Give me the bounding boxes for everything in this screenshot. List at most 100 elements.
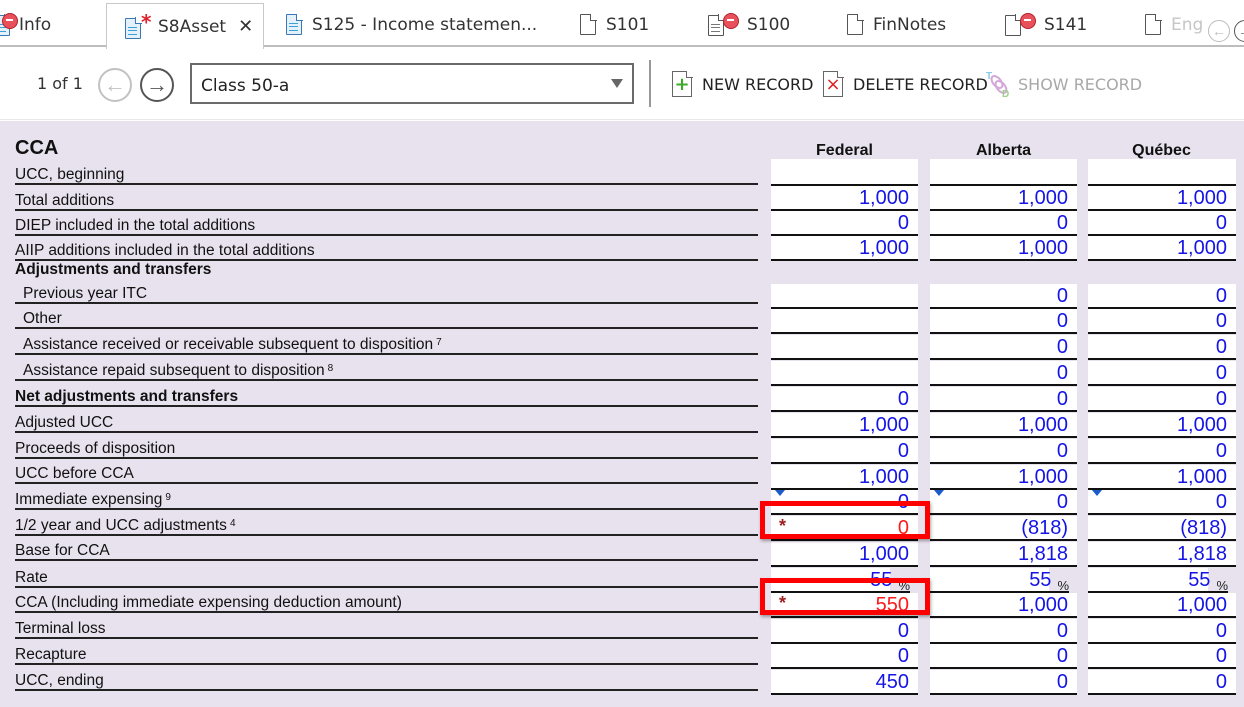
value-field-alberta-terminal-loss[interactable]: 0 (930, 619, 1077, 644)
value-field-alberta-assistance-received-or-receivable-subsequent-to-disposition[interactable]: 0 (930, 335, 1077, 360)
value-field-federal-total-additions[interactable]: 1,000 (771, 186, 918, 211)
value-field-qu-bec-immediate-expensing[interactable]: 0 (1088, 490, 1236, 515)
section-heading: Adjustments and transfers (15, 260, 758, 280)
show-record-button[interactable]: T D SHOW RECORD (986, 69, 1142, 100)
value-field-federal-net-adjustments-and-transfers[interactable]: 0 (771, 387, 918, 412)
value-field-federal-assistance-repaid-subsequent-to-disposition[interactable] (771, 361, 918, 386)
value-field-qu-bec-proceeds-of-disposition[interactable]: 0 (1088, 439, 1236, 464)
value-field-federal-immediate-expensing[interactable]: 0 (771, 490, 918, 515)
svg-text:D: D (1002, 89, 1009, 98)
value-field-federal-terminal-loss[interactable]: 0 (771, 619, 918, 644)
toolbar-divider (649, 60, 651, 107)
value-field-alberta-recapture[interactable]: 0 (930, 644, 1077, 669)
value-field-qu-bec-ucc-before-cca[interactable]: 1,000 (1088, 465, 1236, 490)
value-field-alberta-ucc-ending[interactable]: 0 (930, 670, 1077, 695)
value-field-federal-assistance-received-or-receivable-subsequent-to-disposition[interactable] (771, 335, 918, 360)
value-field-federal-1-2-year-and-ucc-adjustments[interactable]: * 0 (771, 516, 918, 541)
value-field-qu-bec-base-for-cca[interactable]: 1,818 (1088, 542, 1236, 567)
dropdown-indicator-icon[interactable] (775, 490, 785, 496)
tab-s125[interactable]: S125 - Income statemen... (286, 4, 537, 45)
record-toolbar: 1 of 1 ← → Class 50-a + NEW RECORD × DEL… (0, 49, 1244, 120)
field-value: 1,000 (858, 466, 909, 488)
field-value: 55 (1029, 569, 1052, 591)
value-field-federal-adjusted-ucc[interactable]: 1,000 (771, 413, 918, 438)
cca-form: CCA Federal Alberta Québec UCC, beginnin… (0, 121, 1244, 707)
value-field-qu-bec-assistance-received-or-receivable-subsequent-to-disposition[interactable]: 0 (1088, 335, 1236, 360)
value-field-alberta-immediate-expensing[interactable]: 0 (930, 490, 1077, 515)
link-td-icon: T D (986, 70, 1012, 100)
delete-record-button[interactable]: × DELETE RECORD (823, 69, 988, 99)
tab-s8asset[interactable]: * S8Asset ✕ (106, 3, 264, 49)
tab-finnotes[interactable]: FinNotes (847, 4, 946, 45)
value-field-federal-ucc-ending[interactable]: 450 (771, 670, 918, 695)
value-field-qu-bec-1-2-year-and-ucc-adjustments[interactable]: (818) (1088, 516, 1236, 541)
dropdown-indicator-icon[interactable] (1092, 490, 1102, 496)
value-field-qu-bec-total-additions[interactable]: 1,000 (1088, 186, 1236, 211)
value-field-federal-other[interactable] (771, 309, 918, 334)
value-field-qu-bec-cca-including-immediate-expensing-deduction-amount[interactable]: 1,000 (1088, 593, 1236, 618)
value-field-alberta-aiip-additions-included-in-the-total-additions[interactable]: 1,000 (930, 236, 1077, 261)
value-field-alberta-ucc-beginning[interactable] (930, 159, 1077, 186)
scroll-tabs-left-icon[interactable]: ← (1208, 20, 1230, 42)
row-label-text: UCC before CCA (15, 465, 134, 482)
value-field-federal-previous-year-itc[interactable] (771, 284, 918, 309)
value-field-federal-cca-including-immediate-expensing-deduction-amount[interactable]: * 550 (771, 593, 918, 618)
value-field-federal-diep-included-in-the-total-additions[interactable]: 0 (771, 211, 918, 236)
value-field-alberta-diep-included-in-the-total-additions[interactable]: 0 (930, 211, 1077, 236)
modified-asterisk-icon: * (141, 9, 152, 34)
row-label-text: 1/2 year and UCC adjustments (15, 517, 227, 534)
value-field-alberta-assistance-repaid-subsequent-to-disposition[interactable]: 0 (930, 361, 1077, 386)
value-field-alberta-base-for-cca[interactable]: 1,818 (930, 542, 1077, 567)
value-field-qu-bec-other[interactable]: 0 (1088, 309, 1236, 334)
value-field-federal-proceeds-of-disposition[interactable]: 0 (771, 439, 918, 464)
percent-unit: % (1216, 578, 1228, 593)
tab-eng[interactable]: Eng (1145, 4, 1203, 45)
value-field-federal-ucc-beginning[interactable] (771, 159, 918, 186)
value-field-federal-aiip-additions-included-in-the-total-additions[interactable]: 1,000 (771, 236, 918, 261)
value-field-qu-bec-net-adjustments-and-transfers[interactable]: 0 (1088, 387, 1236, 412)
value-field-alberta-previous-year-itc[interactable]: 0 (930, 284, 1077, 309)
value-field-qu-bec-previous-year-itc[interactable]: 0 (1088, 284, 1236, 309)
override-asterisk-icon: * (779, 593, 787, 613)
dropdown-indicator-icon[interactable] (934, 490, 944, 496)
previous-record-button[interactable]: ← (98, 68, 132, 102)
close-tab-icon[interactable]: ✕ (238, 16, 253, 37)
field-value: 0 (1056, 671, 1068, 693)
value-field-alberta-proceeds-of-disposition[interactable]: 0 (930, 439, 1077, 464)
next-record-button[interactable]: → (140, 68, 174, 102)
value-field-qu-bec-recapture[interactable]: 0 (1088, 644, 1236, 669)
value-field-qu-bec-aiip-additions-included-in-the-total-additions[interactable]: 1,000 (1088, 236, 1236, 261)
value-field-qu-bec-terminal-loss[interactable]: 0 (1088, 619, 1236, 644)
tab-s141[interactable]: S141 (1005, 4, 1087, 45)
value-field-federal-base-for-cca[interactable]: 1,000 (771, 542, 918, 567)
percent-unit: % (898, 578, 910, 593)
field-value: 55 (1188, 569, 1211, 591)
tab-s101[interactable]: S101 (580, 4, 649, 45)
value-field-alberta-1-2-year-and-ucc-adjustments[interactable]: (818) (930, 516, 1077, 541)
value-field-qu-bec-ucc-ending[interactable]: 0 (1088, 670, 1236, 695)
record-select[interactable]: Class 50-a (190, 63, 634, 104)
tab-info[interactable]: Info (0, 4, 51, 45)
value-field-alberta-rate[interactable]: 55% (930, 568, 1069, 593)
new-record-button[interactable]: + NEW RECORD (672, 69, 813, 99)
value-field-alberta-other[interactable]: 0 (930, 309, 1077, 334)
scroll-tabs-right-icon[interactable]: → (1234, 20, 1244, 42)
value-field-alberta-total-additions[interactable]: 1,000 (930, 186, 1077, 211)
value-field-qu-bec-diep-included-in-the-total-additions[interactable]: 0 (1088, 211, 1236, 236)
value-field-alberta-cca-including-immediate-expensing-deduction-amount[interactable]: 1,000 (930, 593, 1077, 618)
tab-s100[interactable]: S100 (708, 4, 790, 45)
value-field-qu-bec-ucc-beginning[interactable] (1088, 159, 1236, 186)
row-label-base-for-cca: Base for CCA (15, 541, 758, 561)
value-field-alberta-net-adjustments-and-transfers[interactable]: 0 (930, 387, 1077, 412)
value-field-alberta-ucc-before-cca[interactable]: 1,000 (930, 465, 1077, 490)
value-field-federal-ucc-before-cca[interactable]: 1,000 (771, 465, 918, 490)
value-field-qu-bec-assistance-repaid-subsequent-to-disposition[interactable]: 0 (1088, 361, 1236, 386)
value-field-federal-rate[interactable]: 55% (771, 568, 910, 593)
delete-document-icon: × (823, 70, 844, 97)
value-field-federal-recapture[interactable]: 0 (771, 644, 918, 669)
field-value: 1,000 (1017, 187, 1068, 209)
footnote-marker: 4 (229, 518, 236, 529)
value-field-qu-bec-adjusted-ucc[interactable]: 1,000 (1088, 413, 1236, 438)
value-field-qu-bec-rate[interactable]: 55% (1088, 568, 1228, 593)
value-field-alberta-adjusted-ucc[interactable]: 1,000 (930, 413, 1077, 438)
